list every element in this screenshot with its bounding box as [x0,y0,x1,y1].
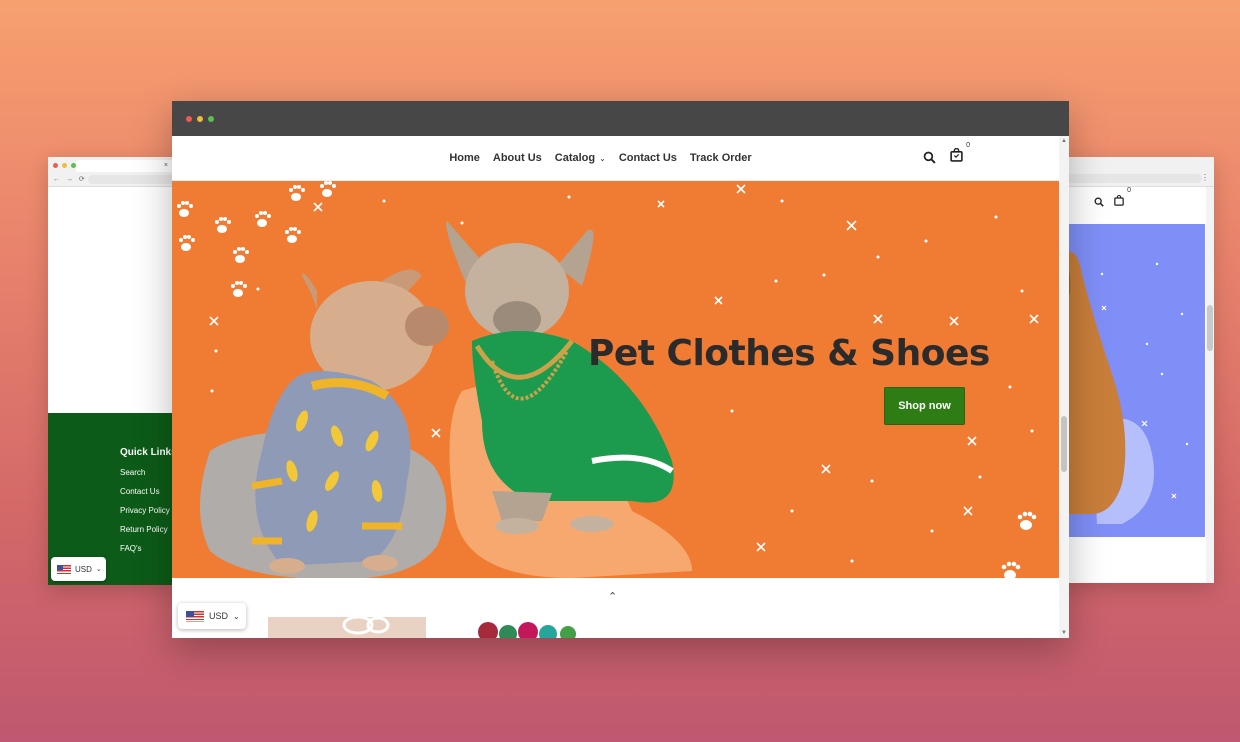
currency-label: USD [75,564,92,574]
left-browser-chrome: × ← → ⟳ [48,157,178,187]
quick-links-heading: Quick Links [120,447,177,458]
scroll-down-arrow-icon[interactable]: ▼ [1061,630,1067,636]
cart-count-badge: 0 [1127,187,1131,194]
nav-item-track-order[interactable]: Track Order [690,152,752,164]
right-header-icons: 0 [1094,187,1131,211]
hero-title: Pet Clothes & Shoes [588,333,990,374]
quick-links-list: Search Contact Us Privacy Policy Return … [120,468,178,553]
main-scrollbar[interactable]: ▲ ▼ [1059,136,1069,638]
minimize-dot-icon[interactable] [62,163,67,168]
chevron-down-icon: ⌄ [95,566,102,573]
us-flag-icon [186,610,204,622]
hero-artwork [177,181,1039,578]
currency-selector[interactable]: USD ⌄ [178,603,246,629]
dog-illustration-image [1062,251,1189,524]
right-address-bar[interactable] [1062,174,1202,183]
right-hero-banner [1062,224,1205,537]
shopping-bag-icon [950,147,963,162]
nav-menu: Home About Us Catalog ⌄ Contact Us Track … [449,152,751,164]
left-background-browser-window: × ← → ⟳ Quick Links Search Contact Us Pr… [48,157,178,585]
nav-item-label: Catalog [554,152,596,164]
nav-item-catalog[interactable]: Catalog ⌄ [555,152,606,164]
search-icon[interactable] [1094,197,1104,207]
store-page: Home About Us Catalog ⌄ Contact Us Track … [172,136,1059,638]
nav-item-about-us[interactable]: About Us [493,152,542,164]
chevron-down-icon: ⌄ [233,611,240,621]
product-thumbnail-image[interactable] [268,617,426,638]
minimize-dot-icon[interactable] [197,116,203,122]
us-flag-icon [57,564,71,574]
product-photo-image [342,617,390,635]
footer-link[interactable]: Search [120,468,178,477]
chevron-up-icon[interactable]: ⌃ [608,590,617,603]
hero-banner: Pet Clothes & Shoes Shop now [172,181,1059,578]
left-currency-selector[interactable]: USD ⌄ [51,557,106,581]
left-window-controls [53,163,76,168]
right-browser-chrome: ⋮ [1062,157,1214,187]
close-dot-icon[interactable] [53,163,58,168]
scroll-up-arrow-icon[interactable]: ▲ [1061,138,1067,144]
scroll-thumb[interactable] [1207,305,1213,351]
cart-count-badge: 0 [966,142,970,149]
main-navigation: Home About Us Catalog ⌄ Contact Us Track … [172,136,1059,181]
scroll-thumb[interactable] [1061,416,1067,472]
currency-label: USD [209,611,229,621]
footer-link[interactable]: Contact Us [120,487,178,496]
product-thumbnail-image[interactable] [468,620,584,638]
shopping-bag-icon [1114,195,1124,206]
below-hero-section: ⌃ USD ⌄ [172,578,1059,638]
tab-close-icon[interactable]: × [164,162,168,169]
shop-now-button[interactable]: Shop now [884,387,965,425]
left-nav-controls[interactable]: ← → ⟳ [53,175,87,183]
chevron-down-icon: ⌄ [599,154,606,163]
nav-item-contact-us[interactable]: Contact Us [619,152,677,164]
left-browser-tab[interactable]: × [76,160,176,172]
footer-link[interactable]: FAQ's [120,544,178,553]
left-address-bar[interactable] [88,175,178,184]
main-titlebar [172,101,1069,136]
product-photo-image [478,622,576,638]
browser-menu-icon[interactable]: ⋮ [1201,173,1209,182]
maximize-dot-icon[interactable] [208,116,214,122]
right-background-browser-window: ⋮ 0 [1062,157,1214,583]
right-scrollbar[interactable] [1206,187,1214,583]
close-dot-icon[interactable] [186,116,192,122]
cart-button[interactable]: 0 [1114,187,1131,211]
nav-item-home[interactable]: Home [449,152,480,164]
header-icons: 0 [923,142,970,167]
window-controls [186,116,214,122]
search-icon[interactable] [923,151,936,164]
footer-link[interactable]: Privacy Policy [120,506,178,515]
cart-button[interactable]: 0 [950,142,970,167]
footer-link[interactable]: Return Policy [120,525,178,534]
main-browser-window: Home About Us Catalog ⌄ Contact Us Track … [172,101,1069,638]
